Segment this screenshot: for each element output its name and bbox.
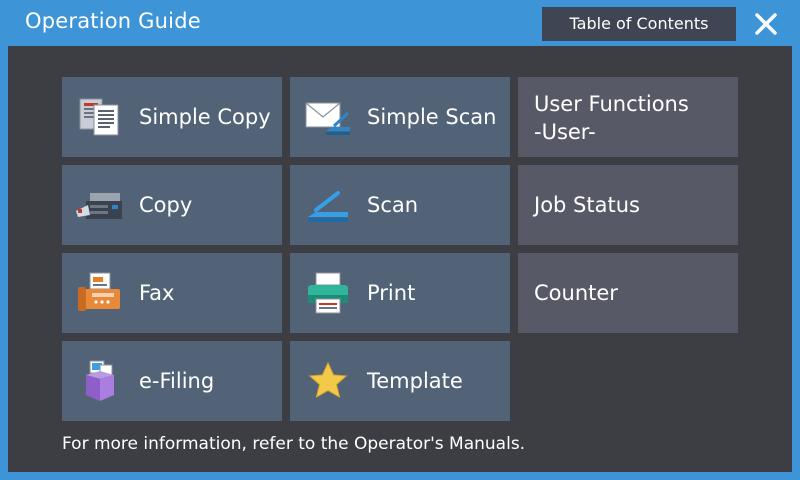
e-filing-box-icon <box>86 360 114 401</box>
counter-tile[interactable]: Counter <box>518 253 738 333</box>
operation-guide-window: Operation Guide Table of Contents Simple… <box>0 0 800 480</box>
e-filing-label: e-Filing <box>139 369 215 393</box>
simple-scan-icon <box>305 102 350 135</box>
print-tile[interactable]: Print <box>290 253 510 333</box>
close-button[interactable] <box>748 6 784 42</box>
window-title: Operation Guide <box>25 9 201 33</box>
counter-label: Counter <box>534 281 618 305</box>
star-icon <box>308 361 348 399</box>
template-label: Template <box>367 369 463 393</box>
fax-tile[interactable]: Fax <box>62 253 282 333</box>
scan-label: Scan <box>367 193 419 217</box>
table-of-contents-button[interactable]: Table of Contents <box>542 7 736 41</box>
user-functions-line2: -User- <box>534 120 596 144</box>
user-functions-tile[interactable]: User Functions -User- <box>518 77 738 157</box>
user-functions-label: User Functions -User- <box>534 90 689 146</box>
footer-note: For more information, refer to the Opera… <box>62 434 526 454</box>
copier-icon <box>76 193 122 219</box>
simple-copy-label: Simple Copy <box>139 105 271 129</box>
copy-tile[interactable]: Copy <box>62 165 282 245</box>
fax-label: Fax <box>139 281 175 305</box>
user-functions-line1: User Functions <box>534 92 689 116</box>
job-status-label: Job Status <box>534 193 640 217</box>
simple-scan-tile[interactable]: Simple Scan <box>290 77 510 157</box>
print-label: Print <box>367 281 416 305</box>
e-filing-tile[interactable]: e-Filing <box>62 341 282 421</box>
simple-copy-tile[interactable]: Simple Copy <box>62 77 282 157</box>
close-icon <box>755 13 777 35</box>
printer-icon <box>308 272 348 314</box>
simple-scan-label: Simple Scan <box>367 105 497 129</box>
guide-menu-panel: Simple Copy Simple Scan User Functions -… <box>8 46 792 472</box>
copy-label: Copy <box>139 193 193 217</box>
fax-icon <box>78 272 120 311</box>
scan-tile[interactable]: Scan <box>290 165 510 245</box>
scanner-icon <box>308 191 348 222</box>
job-status-tile[interactable]: Job Status <box>518 165 738 245</box>
title-bar: Operation Guide Table of Contents <box>0 0 800 46</box>
template-tile[interactable]: Template <box>290 341 510 421</box>
simple-copy-icon <box>79 98 119 136</box>
